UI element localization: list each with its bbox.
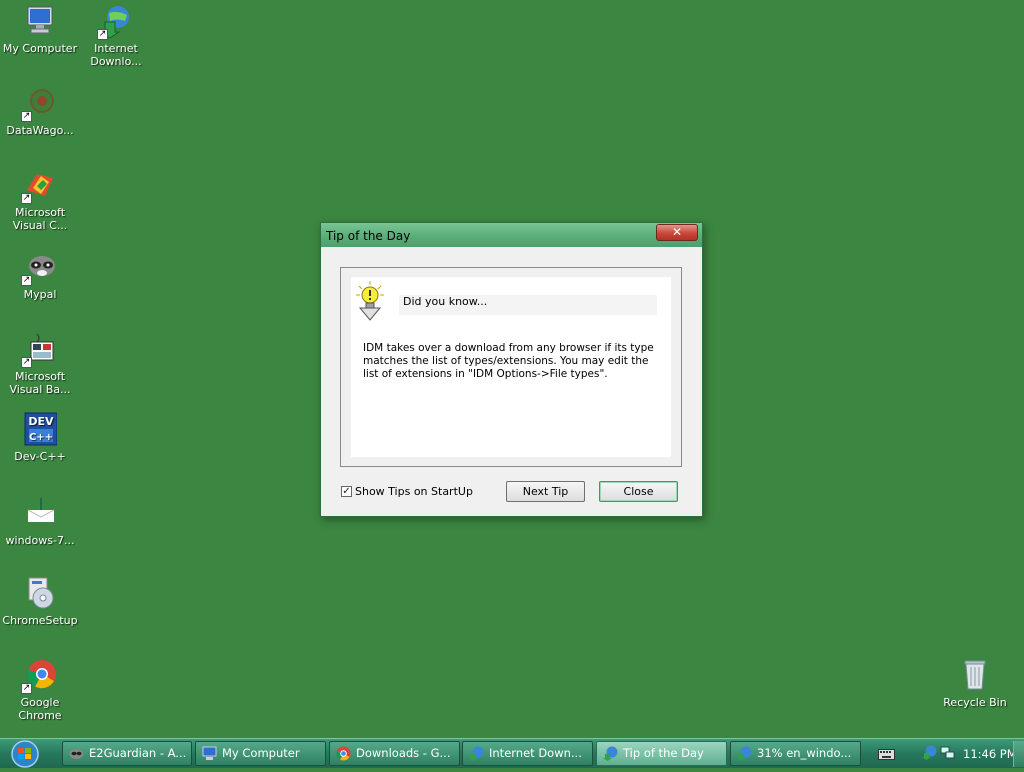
taskbar-item-label: My Computer <box>222 746 300 760</box>
desktop-icon-label: Recycle Bin <box>943 696 1007 709</box>
computer-icon <box>23 4 57 38</box>
show-tips-label: Show Tips on StartUp <box>355 485 473 498</box>
desktop-icon-dev-cpp[interactable]: DEV C++ Dev-C++ <box>2 412 78 463</box>
tip-of-the-day-dialog: Tip of the Day ✕ Did you know... IDM tak… <box>320 222 703 517</box>
desktop-icon-recycle-bin[interactable]: Recycle Bin <box>937 658 1013 709</box>
desktop-icon-label: Mypal <box>23 288 57 301</box>
start-button[interactable] <box>4 740 44 768</box>
desktop-icon-label: ChromeSetup <box>2 614 78 627</box>
dev-cpp-icon: DEV C++ <box>23 412 57 446</box>
chrome-icon <box>336 746 351 761</box>
taskbar-item-label: Internet Down... <box>489 746 582 760</box>
dialog-title: Tip of the Day <box>326 229 411 243</box>
taskbar-item-label: Tip of the Day <box>623 746 704 760</box>
download-file-icon <box>23 496 57 530</box>
close-button[interactable]: Close <box>599 481 678 502</box>
shortcut-arrow-icon: ↗ <box>21 193 32 204</box>
computer-icon <box>202 746 217 761</box>
clock[interactable]: 11:46 PM <box>963 747 1017 761</box>
idm-tray-icon[interactable] <box>922 745 937 760</box>
visual-studio-icon: ↗ <box>21 168 57 204</box>
raccoon-icon <box>69 746 84 761</box>
installer-icon <box>23 576 57 610</box>
visual-basic-icon: ↗ <box>21 332 57 368</box>
shortcut-arrow-icon: ↗ <box>21 357 32 368</box>
show-tips-option[interactable]: ✓ Show Tips on StartUp <box>341 485 473 498</box>
taskbar-item-internet-download-manager[interactable]: Internet Down... <box>462 741 593 766</box>
did-you-know-heading: Did you know... <box>399 295 657 315</box>
tip-panel: Did you know... IDM takes over a downloa… <box>340 267 682 467</box>
svg-text:C++: C++ <box>29 432 53 443</box>
taskbar-item-e2guardian[interactable]: E2Guardian - A... <box>62 741 192 766</box>
taskbar-item-label: Downloads - G... <box>356 746 451 760</box>
network-icon[interactable] <box>940 745 955 760</box>
desktop-icon-visual-cpp[interactable]: ↗ Microsoft Visual C... <box>2 168 78 232</box>
desktop-icon-label: Microsoft Visual C... <box>12 206 68 232</box>
desktop-icon-visual-basic[interactable]: ↗ Microsoft Visual Ba... <box>2 332 78 396</box>
dialog-titlebar[interactable]: Tip of the Day ✕ <box>321 223 702 247</box>
globe-download-icon <box>737 746 752 761</box>
dialog-body: Did you know... IDM takes over a downloa… <box>324 247 699 513</box>
globe-download-icon <box>603 746 618 761</box>
desktop-icon-label: windows-7... <box>5 534 75 547</box>
desktop-icon-my-computer[interactable]: My Computer <box>2 4 78 55</box>
desktop-icon-label: DataWago... <box>6 124 74 137</box>
recycle-bin-icon <box>958 658 992 692</box>
raccoon-icon: ↗ <box>21 250 57 286</box>
desktop-icon-datawagon[interactable]: ↗ DataWago... <box>2 86 78 137</box>
desktop-icon-label: Microsoft Visual Ba... <box>9 370 71 396</box>
show-tips-checkbox[interactable]: ✓ <box>341 486 352 497</box>
shortcut-arrow-icon: ↗ <box>21 275 32 286</box>
system-tray: 11:46 PM <box>866 741 1024 767</box>
close-icon[interactable]: ✕ <box>656 224 698 241</box>
datawagon-icon: ↗ <box>21 86 57 122</box>
svg-text:DEV: DEV <box>28 415 54 428</box>
chrome-icon: ↗ <box>21 658 57 694</box>
taskbar-item-tip-of-the-day[interactable]: Tip of the Day <box>596 741 727 766</box>
desktop-icon-internet-download-manager[interactable]: ↗ Internet Downlo... <box>78 4 154 68</box>
next-tip-button[interactable]: Next Tip <box>506 481 585 502</box>
tip-text: IDM takes over a download from any brows… <box>363 342 654 380</box>
taskbar-item-download-progress[interactable]: 31% en_windo... <box>730 741 861 766</box>
taskbar-item-label: 31% en_windo... <box>757 746 852 760</box>
tip-content: Did you know... IDM takes over a downloa… <box>351 277 671 457</box>
desktop-icon-label: My Computer <box>2 42 78 55</box>
taskbar-item-my-computer[interactable]: My Computer <box>195 741 326 766</box>
desktop-icon-mypal[interactable]: ↗ Mypal <box>2 250 78 301</box>
desktop-icon-label: Internet Downlo... <box>90 42 142 68</box>
globe-download-icon: ↗ <box>97 4 133 40</box>
taskbar-item-label: E2Guardian - A... <box>89 746 187 760</box>
desktop-icon-windows-7[interactable]: windows-7... <box>2 496 78 547</box>
globe-download-icon <box>469 746 484 761</box>
desktop-icon-chromesetup[interactable]: ChromeSetup <box>2 576 78 627</box>
shortcut-arrow-icon: ↗ <box>97 29 108 40</box>
show-desktop-button[interactable] <box>1013 741 1024 767</box>
desktop-icon-label: Google Chrome <box>18 696 62 722</box>
windows-logo-icon <box>11 740 39 768</box>
desktop-icon-label: Dev-C++ <box>14 450 66 463</box>
shortcut-arrow-icon: ↗ <box>21 683 32 694</box>
desktop-icon-google-chrome[interactable]: ↗ Google Chrome <box>2 658 78 722</box>
lightbulb-icon <box>355 280 385 322</box>
taskbar: E2Guardian - A... My Computer Downloads … <box>0 738 1024 768</box>
taskbar-item-downloads-chrome[interactable]: Downloads - G... <box>329 741 460 766</box>
shortcut-arrow-icon: ↗ <box>21 111 32 122</box>
keyboard-icon[interactable] <box>878 746 895 760</box>
